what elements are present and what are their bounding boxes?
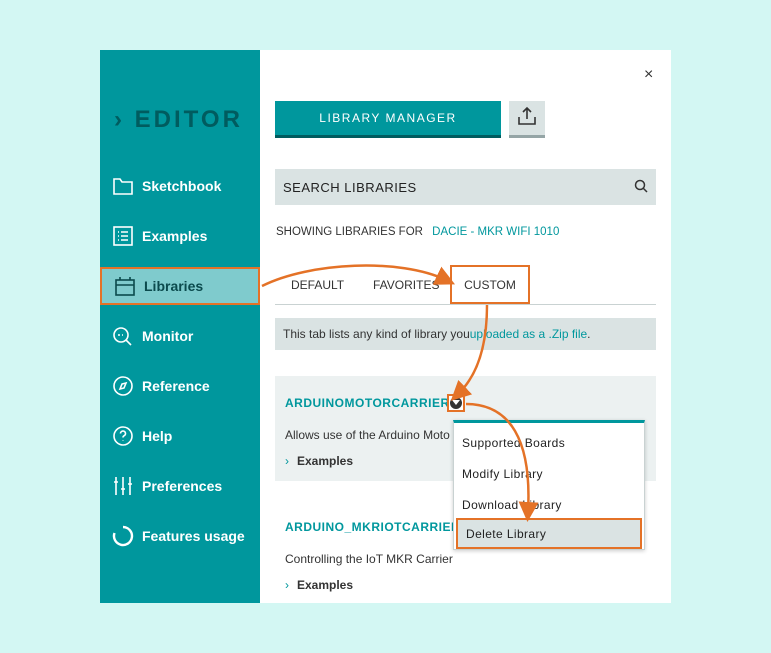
sidebar: › EDITOR Sketchbook Examples Libraries M… (100, 50, 260, 603)
upload-icon (517, 106, 537, 131)
sidebar-item-reference[interactable]: Reference (100, 367, 260, 405)
custom-tab-info: This tab lists any kind of library you u… (275, 318, 656, 350)
sidebar-item-sketchbook[interactable]: Sketchbook (100, 167, 260, 205)
search-icon[interactable] (634, 179, 648, 193)
chevron-right-icon: › (285, 454, 289, 468)
library-description: Controlling the IoT MKR Carrier (285, 552, 453, 566)
library-title[interactable]: ARDUINOMOTORCARRIER (285, 396, 450, 410)
sidebar-item-libraries[interactable]: Libraries (100, 267, 260, 305)
sliders-icon (112, 475, 134, 497)
library-manager-button[interactable]: LIBRARY MANAGER (275, 101, 501, 138)
tab-default[interactable]: DEFAULT (291, 278, 344, 292)
library-title[interactable]: ARDUINO_MKRIOTCARRIER (285, 520, 460, 534)
menu-item-supported-boards[interactable]: Supported Boards (454, 427, 644, 458)
examples-toggle[interactable]: › Examples (285, 578, 353, 592)
upload-button[interactable] (509, 101, 545, 138)
sidebar-item-label: Reference (142, 378, 210, 394)
close-icon[interactable]: × (644, 66, 653, 84)
library-tabs: DEFAULT FAVORITES CUSTOM (275, 265, 656, 305)
examples-toggle[interactable]: › Examples (285, 454, 353, 468)
chevron-down-icon (450, 397, 462, 409)
usage-icon (112, 525, 134, 547)
folder-icon (112, 175, 134, 197)
sidebar-item-preferences[interactable]: Preferences (100, 467, 260, 505)
zip-upload-link[interactable]: uploaded as a .Zip file (470, 327, 587, 341)
menu-item-delete-library[interactable]: Delete Library (456, 518, 642, 549)
monitor-icon (112, 325, 134, 347)
sidebar-item-label: Features usage (142, 528, 245, 544)
sidebar-item-monitor[interactable]: Monitor (100, 317, 260, 355)
sidebar-item-help[interactable]: Help (100, 417, 260, 455)
library-panel: × LIBRARY MANAGER SEARCH LIBRARIES SHOWI… (260, 50, 671, 603)
library-dropdown-menu: Supported Boards Modify Library Download… (453, 420, 645, 550)
search-placeholder: SEARCH LIBRARIES (283, 179, 417, 195)
sidebar-item-label: Monitor (142, 328, 194, 344)
library-description: Allows use of the Arduino Moto (285, 428, 450, 442)
sidebar-item-label: Sketchbook (142, 178, 222, 194)
sidebar-item-label: Libraries (144, 278, 204, 294)
sidebar-item-label: Examples (142, 228, 208, 244)
compass-icon (112, 375, 134, 397)
chevron-right-icon: › (285, 578, 289, 592)
sidebar-item-examples[interactable]: Examples (100, 217, 260, 255)
sidebar-item-features-usage[interactable]: Features usage (100, 517, 260, 555)
editor-logo: › EDITOR (114, 106, 243, 133)
tab-favorites[interactable]: FAVORITES (373, 278, 439, 292)
editor-window: › EDITOR Sketchbook Examples Libraries M… (100, 50, 671, 603)
sidebar-item-label: Help (142, 428, 173, 444)
search-input[interactable]: SEARCH LIBRARIES (275, 169, 656, 205)
board-selector-link[interactable]: DACIE - MKR WIFI 1010 (432, 226, 559, 238)
menu-item-modify-library[interactable]: Modify Library (454, 458, 644, 489)
list-icon (112, 225, 134, 247)
library-icon (114, 275, 136, 297)
sidebar-item-label: Preferences (142, 478, 223, 494)
tab-custom[interactable]: CUSTOM (450, 265, 530, 304)
menu-item-download-library[interactable]: Download Library (454, 489, 644, 520)
library-menu-button[interactable] (447, 394, 465, 412)
showing-libraries-label: SHOWING LIBRARIES FOR DACIE - MKR WIFI 1… (276, 226, 560, 238)
help-icon (112, 425, 134, 447)
